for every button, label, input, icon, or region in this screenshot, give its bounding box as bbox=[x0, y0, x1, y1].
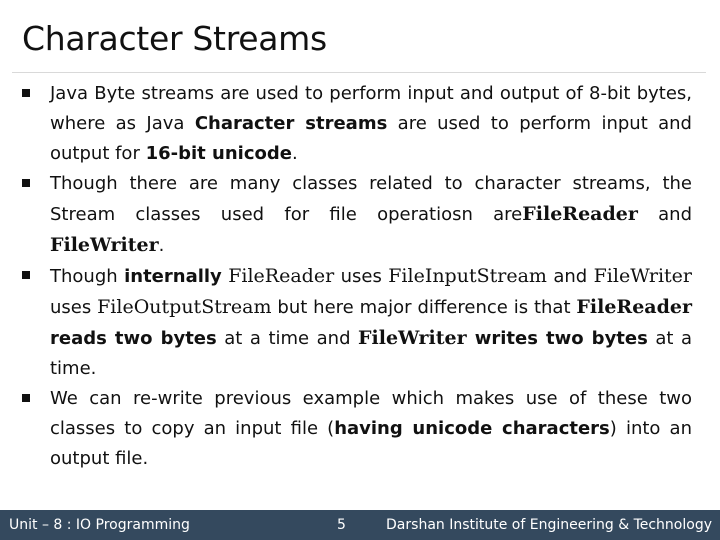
bullet-text: Java Byte streams are used to perform in… bbox=[50, 83, 692, 164]
slide-footer: Unit – 8 : IO Programming 5 Darshan Inst… bbox=[0, 510, 720, 540]
bullet-text: We can re-write previous example which m… bbox=[50, 388, 692, 469]
text-segment: but here major difference is that bbox=[271, 297, 577, 318]
bullet-item: We can re-write previous example which m… bbox=[0, 384, 720, 474]
text-segment: . bbox=[158, 235, 165, 256]
square-bullet-icon bbox=[22, 89, 30, 97]
emphasized-text-segment: 16-bit unicode bbox=[145, 143, 292, 164]
emphasized-text-segment: FileWriter bbox=[50, 234, 159, 256]
title-divider bbox=[12, 72, 706, 73]
slide-body: Java Byte streams are used to perform in… bbox=[0, 79, 720, 474]
text-segment: and bbox=[546, 266, 594, 287]
bullet-text: Though there are many classes related to… bbox=[50, 173, 692, 256]
emphasized-text-segment: FileInputStream bbox=[388, 265, 547, 287]
square-bullet-icon bbox=[22, 271, 30, 279]
text-segment: uses bbox=[334, 266, 389, 287]
emphasized-text-segment: FileWriter bbox=[358, 327, 467, 349]
bullet-item: Though there are many classes related to… bbox=[0, 169, 720, 261]
emphasized-text-segment: FileOutputStream bbox=[97, 296, 272, 318]
footer-institute-name: Darshan Institute of Engineering & Techn… bbox=[386, 517, 712, 533]
text-segment: . bbox=[291, 143, 298, 164]
text-segment: Though bbox=[50, 266, 125, 287]
text-segment: uses bbox=[50, 297, 98, 318]
text-segment: and bbox=[637, 204, 692, 225]
square-bullet-icon bbox=[22, 179, 30, 187]
emphasized-text-segment: FileReader bbox=[228, 265, 335, 287]
emphasized-text-segment: reads two bytes bbox=[50, 328, 217, 349]
text-segment: at a time and bbox=[216, 328, 359, 349]
footer-page-number: 5 bbox=[337, 517, 346, 533]
footer-unit-label: Unit – 8 : IO Programming bbox=[9, 517, 190, 533]
bullet-item: Java Byte streams are used to perform in… bbox=[0, 79, 720, 169]
emphasized-text-segment: FileWriter bbox=[593, 265, 692, 287]
emphasized-text-segment: FileReader bbox=[522, 203, 638, 225]
square-bullet-icon bbox=[22, 394, 30, 402]
bullet-item: Though internally FileReader uses FileIn… bbox=[0, 261, 720, 384]
slide-title: Character Streams bbox=[22, 19, 327, 58]
emphasized-text-segment: having unicode characters bbox=[334, 418, 610, 439]
emphasized-text-segment: FileReader bbox=[576, 296, 692, 318]
emphasized-text-segment: writes two bytes bbox=[466, 328, 648, 349]
bullet-text: Though internally FileReader uses FileIn… bbox=[50, 265, 692, 379]
emphasized-text-segment: internally bbox=[124, 266, 222, 287]
emphasized-text-segment: Character streams bbox=[194, 113, 388, 134]
